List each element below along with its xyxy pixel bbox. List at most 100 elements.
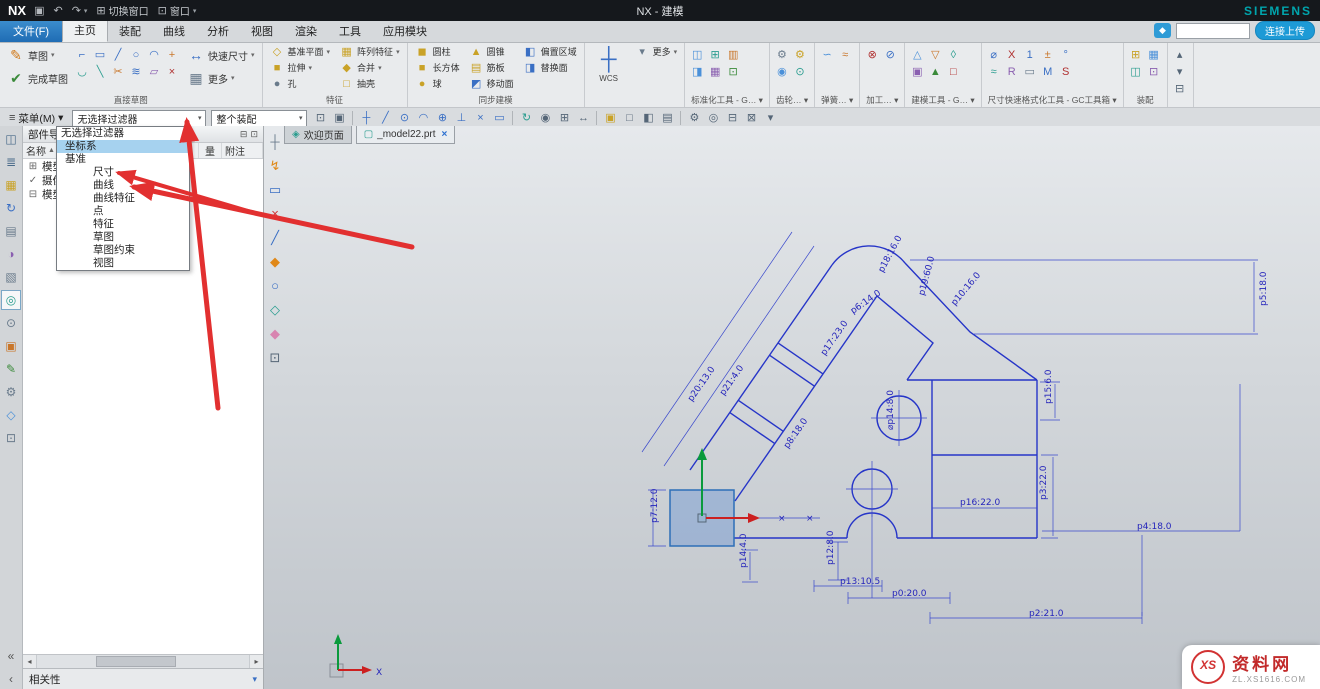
filter-option-2[interactable]: 基准 [57,153,189,166]
share-icon[interactable]: ◆ [1154,23,1171,38]
snap-center-icon[interactable]: ⊙ [396,110,412,126]
filter-option-0[interactable]: 无选择过滤器 [57,127,189,140]
std-tool-4-icon[interactable]: ◨ [689,64,705,80]
modeling-tool-2-icon[interactable]: ▽ [927,47,943,63]
window-minimize-icon[interactable]: ⊟ [724,110,740,126]
gear-tool-4-icon[interactable]: ⊙ [792,64,808,80]
panel-close-icon[interactable]: ⊡ [250,129,258,140]
rectangle-tool-icon[interactable]: ▭ [265,180,285,200]
fillet-icon[interactable]: ◡ [74,64,90,80]
snap-intersection-icon[interactable]: ⊕ [434,110,450,126]
assembly-tool-1-icon[interactable]: ⊞ [1128,47,1144,63]
visualization-icon[interactable]: ◑ [1,244,21,264]
document-tab-0[interactable]: ◈欢迎页面 [284,126,352,144]
shaded-display-icon[interactable]: ▣ [602,110,618,126]
zoom-icon[interactable]: ◉ [537,110,553,126]
snap-endpoint-icon[interactable]: ┼ [358,110,374,126]
std-tool-6-icon[interactable]: ⊡ [725,64,741,80]
ribbon-tab-4[interactable]: 分析 [196,20,240,42]
delete-curve-icon[interactable]: × [164,64,180,80]
filter-option-6[interactable]: 点 [57,205,189,218]
ribbon-tab-2[interactable]: 装配 [108,20,152,42]
command-search-input[interactable] [1176,23,1250,39]
modeling-tool-6-icon[interactable]: □ [945,64,961,80]
dim-format-approx-icon[interactable]: ≈ [986,64,1002,80]
notes-icon[interactable]: ✎ [1,359,21,379]
part-navigator-icon[interactable]: ▦ [1,175,21,195]
gear-tool-3-icon[interactable]: ◉ [774,64,790,80]
modeling-tool-3-icon[interactable]: ◊ [945,47,961,63]
dim-format-deg-icon[interactable]: ° [1058,47,1074,63]
dock-collapse-icon[interactable]: « [1,646,21,666]
render-style-icon[interactable]: ◎ [705,110,721,126]
rib-button[interactable]: ▤筋板 [466,60,517,75]
machining-tool-2-icon[interactable]: ⊘ [882,47,898,63]
dim-format-x-icon[interactable]: X [1004,47,1020,63]
ribbon-expand-icon[interactable]: ⊟ [1172,81,1188,97]
close-tab-icon[interactable]: × [442,129,448,140]
scroll-right-icon[interactable]: ▸ [250,655,263,668]
dim-format-diameter-icon[interactable]: ⌀ [986,47,1002,63]
constraint-navigator-icon[interactable]: ≣ [1,152,21,172]
trim-icon[interactable]: ✂ [110,64,126,80]
reuse-library-icon[interactable]: ↻ [1,198,21,218]
gear-tool-2-icon[interactable]: ⚙ [792,47,808,63]
upload-button[interactable]: 连接上传 [1255,21,1315,40]
finish-sketch-button[interactable]: ✔完成草图 [4,67,71,89]
sketch-more-button[interactable]: ▦更多▾ [184,67,258,89]
filter-option-4[interactable]: 曲线 [57,179,189,192]
lightning-tool-icon[interactable]: ↯ [265,156,285,176]
window-grid-icon[interactable]: ⊠ [743,110,759,126]
ribbon-down-icon[interactable]: ▾ [1172,64,1188,80]
pattern-feature-button[interactable]: ▦阵列特征▾ [336,44,403,59]
datum-tool-icon[interactable]: ◆ [265,252,285,272]
dim-format-m-icon[interactable]: M [1040,64,1056,80]
std-tool-1-icon[interactable]: ◫ [689,47,705,63]
horizontal-scrollbar[interactable]: ◂ ▸ [23,654,263,668]
ribbon-tab-1[interactable]: 主页 [62,18,108,42]
half-section-icon[interactable]: ◧ [640,110,656,126]
window-menu-button[interactable]: ⊡窗口▾ [158,3,197,18]
dim-format-box-icon[interactable]: ▭ [1022,64,1038,80]
undo-icon[interactable]: ↶ [53,4,62,17]
machining-tool-1-icon[interactable]: ⊗ [864,47,880,63]
unite-button[interactable]: ◆合并▾ [336,60,403,75]
filter-option-1[interactable]: 坐标系 [57,140,189,153]
arc-icon[interactable]: ◠ [146,47,162,63]
assembly-tool-3-icon[interactable]: ◫ [1128,64,1144,80]
ribbon-tab-5[interactable]: 视图 [240,20,284,42]
shell-button[interactable]: □抽壳 [336,76,403,91]
spring-tool-1-icon[interactable]: ∽ [819,47,835,63]
circle-tool-icon[interactable]: ○ [265,276,285,296]
selection-filter-dropdown[interactable]: 无选择过滤器坐标系基准尺寸曲线曲线特征点特征草图草图约束视图 [56,126,190,271]
pan-view-icon[interactable]: ↔ [575,110,591,126]
filter-option-3[interactable]: 尺寸 [57,166,189,179]
filter-option-5[interactable]: 曲线特征 [57,192,189,205]
wcs-icon[interactable]: ┼WCS [589,44,629,83]
ribbon-tab-7[interactable]: 工具 [328,20,372,42]
circle-icon[interactable]: ○ [128,47,144,63]
cylinder-button[interactable]: ◼圆柱 [412,44,463,59]
switch-window-button[interactable]: ⊞切换窗口 [96,3,148,18]
general-selection-icon[interactable]: ▣ [331,110,347,126]
hole-button[interactable]: ●孔 [267,76,334,91]
point-icon[interactable]: + [164,47,180,63]
selectbar-more-icon[interactable]: ▾ [762,110,778,126]
modeling-tool-4-icon[interactable]: ▣ [909,64,925,80]
scroll-left-icon[interactable]: ◂ [23,655,36,668]
offset-curve-icon[interactable]: ≋ [128,64,144,80]
scrollbar-track[interactable] [36,655,250,668]
snap-arc-icon[interactable]: ◠ [415,110,431,126]
roles-icon[interactable]: ⚙ [1,382,21,402]
chamfer-icon[interactable]: ╲ [92,64,108,80]
snap-quadrant-icon[interactable]: × [472,110,488,126]
navigator-column-2[interactable]: 量 [199,143,222,158]
history-icon[interactable]: ⊙ [1,313,21,333]
ribbon-tab-8[interactable]: 应用模块 [372,20,438,42]
assembly-tool-4-icon[interactable]: ⊡ [1146,64,1162,80]
dependencies-section[interactable]: 相关性 ▾ [23,668,263,689]
layer-settings-icon[interactable]: ▤ [659,110,675,126]
std-tool-5-icon[interactable]: ▦ [707,64,723,80]
selection-scope-combo[interactable]: 整个装配 ▾ [211,110,307,127]
move-face-button[interactable]: ◩移动面 [466,76,517,91]
